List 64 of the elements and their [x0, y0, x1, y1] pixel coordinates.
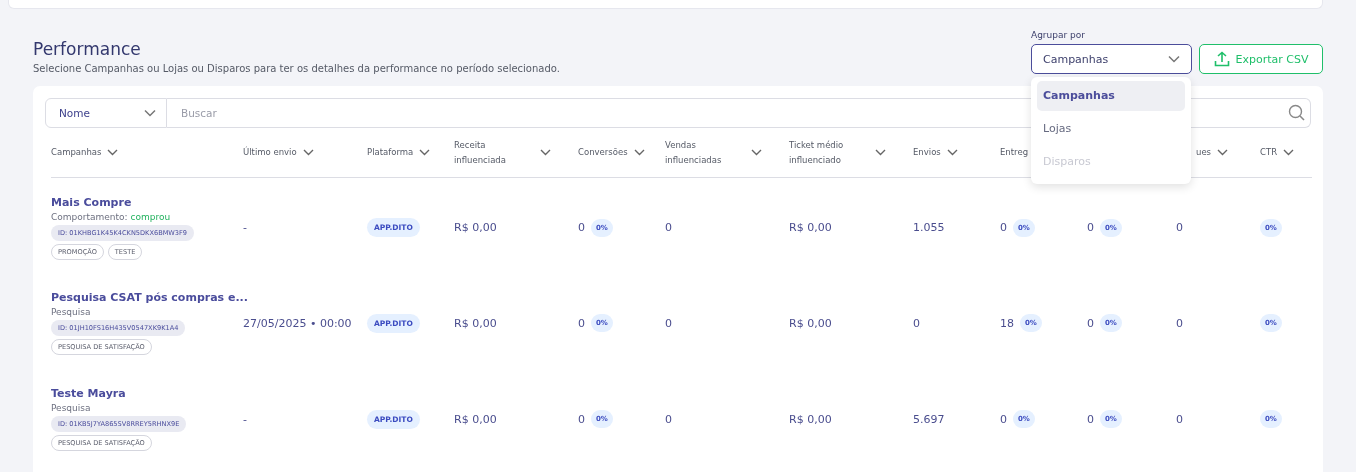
- column-header[interactable]: Envios: [913, 145, 958, 160]
- upload-icon: [1213, 51, 1230, 67]
- table-cell: 0: [1087, 412, 1094, 426]
- table-cell: 0: [1000, 221, 1007, 234]
- table-cell: 0: [1000, 412, 1007, 426]
- chevron-down-icon: [107, 149, 119, 156]
- table-cell: 0: [578, 221, 585, 234]
- section-subtitle: Selecione Campanhas ou Lojas ou Disparos para ter os detalhes da performance no período selecionado.: [33, 63, 560, 74]
- column-header[interactable]: Plataforma: [367, 145, 431, 160]
- chevron-down-icon: [946, 149, 958, 156]
- table-cell: R$ 0,00: [789, 412, 832, 426]
- chevron-down-icon: [751, 149, 762, 156]
- table-cell: 0: [665, 412, 672, 426]
- section-title: Performance: [33, 39, 142, 59]
- field-label: Agrupar por: [1031, 30, 1086, 40]
- table-cell: 0: [665, 221, 672, 234]
- group-by-select[interactable]: Campanhas: [1031, 44, 1192, 74]
- table-cell: 0: [665, 316, 672, 330]
- table-cell: R$ 0,00: [789, 221, 832, 234]
- campaign-type: Pesquisa: [51, 307, 91, 317]
- column-header[interactable]: Receita influenciada: [454, 138, 551, 167]
- table-cell: 0: [1176, 221, 1183, 234]
- menu-option[interactable]: Campanhas: [1037, 81, 1185, 111]
- campaign-type: Comportamento: comprou: [51, 211, 171, 222]
- campaign-name[interactable]: Pesquisa CSAT pós compras e...: [51, 291, 248, 304]
- table-cell: 5.697: [913, 412, 945, 426]
- column-header[interactable]: Último envio: [243, 145, 314, 160]
- chevron-down-icon: [540, 149, 551, 156]
- chevron-down-icon: [419, 149, 431, 156]
- chevron-down-icon: [1168, 55, 1180, 63]
- table-cell: R$ 0,00: [454, 221, 497, 234]
- chevron-down-icon: [1283, 149, 1295, 156]
- search-icon: [1288, 104, 1306, 122]
- chevron-down-icon: [875, 149, 886, 156]
- chevron-down-icon: [1217, 149, 1229, 156]
- column-header[interactable]: Vendas influenciadas: [665, 138, 762, 167]
- table-cell: 1.055: [913, 221, 945, 234]
- table-cell: 0: [1176, 316, 1183, 330]
- table-cell: 0: [913, 316, 920, 330]
- table-cell: -: [243, 412, 247, 426]
- table-cell: 0: [1087, 221, 1094, 234]
- column-header[interactable]: ues: [1176, 145, 1229, 160]
- campaign-type: Pesquisa: [51, 403, 91, 413]
- chevron-down-icon: [144, 109, 156, 117]
- chevron-down-icon: [633, 149, 645, 156]
- table-cell: 18: [1000, 316, 1014, 330]
- table-cell: R$ 0,00: [789, 316, 832, 330]
- table-cell: 0: [1176, 412, 1183, 426]
- filter-select[interactable]: Nome: [45, 98, 167, 128]
- column-header[interactable]: Ticket médio influenciado: [789, 138, 886, 167]
- campaign-name[interactable]: Mais Compre: [51, 195, 132, 209]
- table-cell: 0: [1087, 316, 1094, 330]
- campaign-name[interactable]: Teste Mayra: [51, 387, 126, 400]
- column-header[interactable]: CTR: [1260, 145, 1295, 160]
- table-cell: 27/05/2025 • 00:00: [243, 316, 352, 330]
- column-header[interactable]: Campanhas: [51, 145, 119, 160]
- table-cell: 0: [578, 412, 585, 426]
- column-header[interactable]: Conversões: [578, 145, 645, 160]
- chevron-down-icon: [302, 149, 314, 156]
- table-cell: R$ 0,00: [454, 412, 497, 426]
- table-cell: 0: [578, 316, 585, 330]
- table-cell: R$ 0,00: [454, 316, 497, 330]
- table-cell: -: [243, 221, 247, 234]
- column-header[interactable]: Entreg: [1000, 145, 1029, 160]
